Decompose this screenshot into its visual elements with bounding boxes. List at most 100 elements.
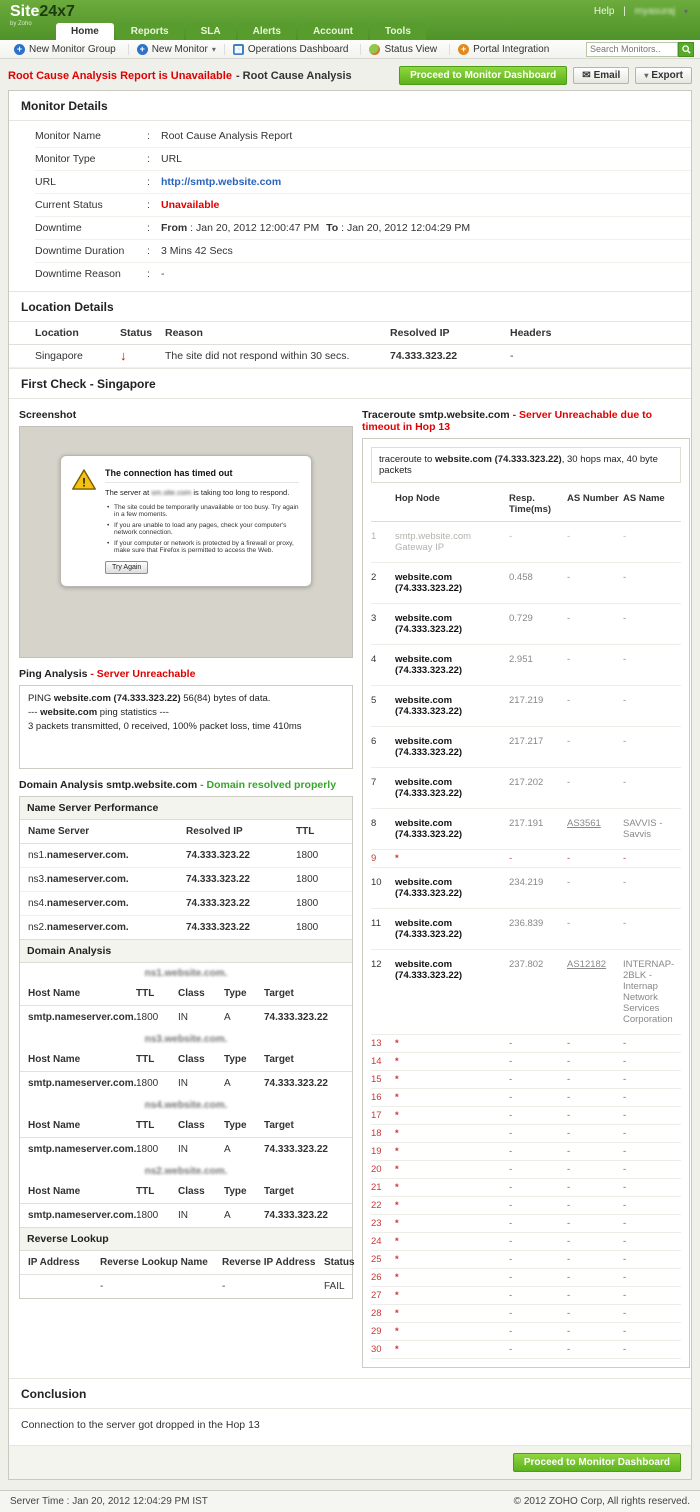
hop-resp-time: 217.202 [509,777,563,788]
domain-analysis-box: Name Server Performance Name Server Reso… [19,796,353,1299]
nav-tab[interactable]: Tools [370,23,426,40]
hop-resp-time: 234.219 [509,877,563,888]
hop-row: 4 website.com (74.333.323.22) 2.951 - - [371,645,681,686]
help-link[interactable]: Help [594,6,615,17]
username-menu[interactable]: myasuraj [635,6,676,17]
hop-as-number[interactable]: - [567,853,619,864]
hop-resp-time: - [509,1254,563,1265]
host-target: 74.333.323.22 [264,1078,344,1089]
bottom-action-strip: Proceed to Monitor Dashboard [9,1446,691,1479]
col-reverse-ip: Reverse IP Address [222,1257,324,1268]
nav-tab[interactable]: Reports [116,23,184,40]
toolbar-item[interactable]: ▦ Operations Dashboard [225,44,362,55]
resolved-ip-value: 74.333.323.22 [390,350,510,362]
host-ttl: 1800 [136,1210,178,1221]
host-table-row: smtp.nameserver.com. 1800 IN A 74.333.32… [20,1072,352,1095]
hop-as-number[interactable]: - [567,613,619,624]
search-input[interactable] [586,42,678,57]
hop-resp-time: 2.951 [509,654,563,665]
hop-number: 18 [371,1128,391,1139]
hop-as-number[interactable]: - [567,1164,619,1175]
location-details-heading: Location Details [9,291,691,322]
hop-as-number[interactable]: - [567,1344,619,1355]
hop-resp-time: - [509,1290,563,1301]
hop-as-number[interactable]: - [567,1290,619,1301]
col-ttl: TTL [296,826,344,837]
hop-node: website.com (74.333.323.22) [395,654,505,676]
hop-as-number[interactable]: - [567,1200,619,1211]
hop-as-number[interactable]: - [567,695,619,706]
host-table-header: Host Name TTL Class Type Target [20,1048,352,1072]
hop-as-number[interactable]: - [567,1182,619,1193]
hop-node: website.com (74.333.323.22) [395,818,505,840]
monitor-url-link[interactable]: http://smtp.website.com [161,176,691,188]
export-button[interactable]: ▾ Export [635,67,692,84]
col-as-name: AS Name [623,493,681,504]
ns-ttl: 1800 [296,874,344,885]
hop-as-number[interactable]: - [567,877,619,888]
toolbar-item[interactable]: + New Monitor ▾ [129,44,225,55]
nav-tab[interactable]: Home [56,23,114,40]
toolbar-item[interactable]: Status View [361,44,450,55]
hop-as-number[interactable]: - [567,1272,619,1283]
hop-as-number[interactable]: AS12182 [567,959,619,970]
toolbar-item[interactable]: + Portal Integration [450,44,561,55]
hop-node: * [395,1164,505,1175]
copyright: © 2012 ZOHO Corp, All rights reserved. [514,1496,690,1507]
caret-down-icon[interactable]: ▾ [684,7,688,16]
email-button[interactable]: ✉ Email [573,67,629,84]
host-type: A [224,1144,264,1155]
email-button-label: Email [594,70,621,81]
hop-as-number[interactable]: - [567,1074,619,1085]
field-label: Current Status [35,199,147,211]
hop-as-name: SAVVIS - Savvis [623,818,681,840]
hop-as-number[interactable]: - [567,1236,619,1247]
status-badge: Unavailable [161,199,691,211]
toolbar-item[interactable]: + New Monitor Group [6,44,129,55]
hop-as-number[interactable]: - [567,1056,619,1067]
hop-node: * [395,1272,505,1283]
nav-tab[interactable]: Alerts [238,23,296,40]
hop-as-number[interactable]: - [567,1128,619,1139]
search-button[interactable] [678,42,694,57]
hop-as-number[interactable]: - [567,572,619,583]
hop-as-number[interactable]: - [567,918,619,929]
hop-as-number[interactable]: - [567,1146,619,1157]
page-title: - Root Cause Analysis [236,70,352,82]
col-type: Type [224,1120,264,1131]
hop-as-number[interactable]: - [567,1038,619,1049]
hop-as-number[interactable]: - [567,1308,619,1319]
nav-tab[interactable]: SLA [186,23,236,40]
ns-table-row: ns4.nameserver.com. 74.333.323.22 1800 [20,892,352,916]
hop-node: website.com (74.333.323.22) [395,777,505,799]
hop-as-number[interactable]: - [567,1092,619,1103]
hop-as-number[interactable]: - [567,654,619,665]
hop-row: 14 * - - - [371,1053,681,1071]
hop-as-number[interactable]: - [567,1254,619,1265]
hop-as-number[interactable]: - [567,1110,619,1121]
ns-ip: 74.333.323.22 [186,898,296,909]
host-class: IN [178,1012,224,1023]
hop-as-number[interactable]: - [567,1326,619,1337]
proceed-dashboard-button-bottom[interactable]: Proceed to Monitor Dashboard [513,1453,681,1472]
col-reverse-lookup-name: Reverse Lookup Name [100,1257,222,1268]
hop-as-number[interactable]: - [567,777,619,788]
hop-resp-time: 0.458 [509,572,563,583]
hop-as-name: - [623,695,681,706]
hop-number: 25 [371,1254,391,1265]
hop-resp-time: 236.839 [509,918,563,929]
proceed-dashboard-button[interactable]: Proceed to Monitor Dashboard [399,66,567,85]
hop-resp-time: - [509,1074,563,1085]
dialog-bullets: The site could be temporarily unavailabl… [107,504,299,554]
hop-row: 2 website.com (74.333.323.22) 0.458 - - [371,563,681,604]
colon: : [147,268,161,280]
nav-tab[interactable]: Account [298,23,368,40]
caret-down-icon: ▾ [212,45,216,54]
hop-as-number[interactable]: - [567,736,619,747]
hop-as-number[interactable]: - [567,1218,619,1229]
hop-node: * [395,1092,505,1103]
col-class: Class [178,988,224,999]
hop-as-number[interactable]: - [567,531,619,542]
hop-as-number[interactable]: AS3561 [567,818,619,829]
hop-number: 12 [371,959,391,970]
